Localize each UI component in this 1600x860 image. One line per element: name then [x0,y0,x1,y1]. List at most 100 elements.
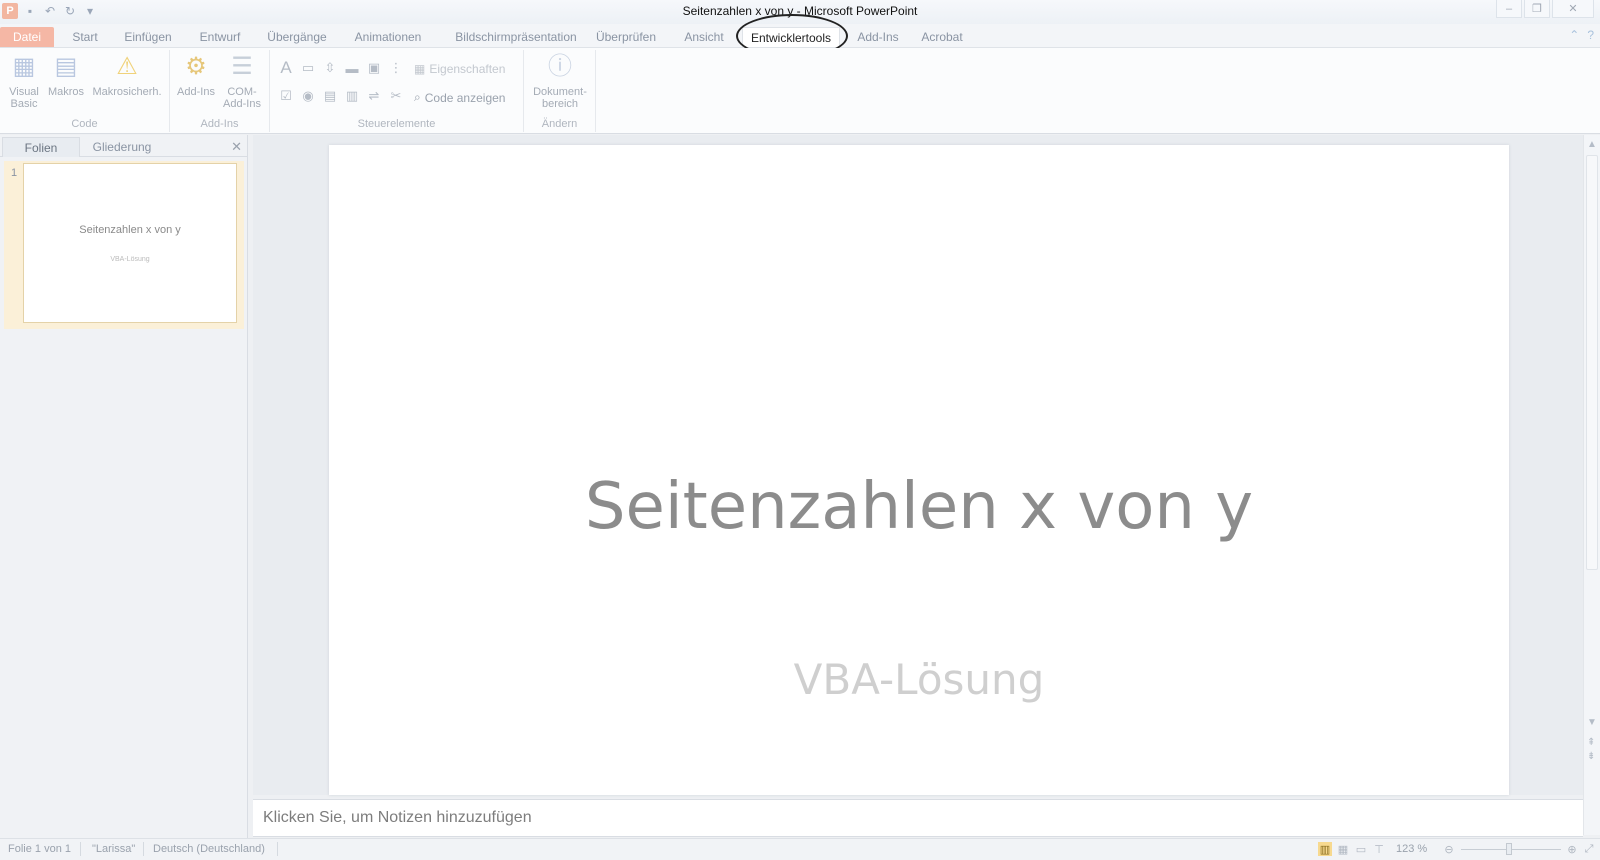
pane-tabs: Folien Gliederung ✕ [0,137,248,157]
restore-icon[interactable]: ❐ [1524,0,1550,18]
toggle-control-icon[interactable]: ⇌ [366,88,382,104]
group-aendern: ⓘ Dokument- bereich Ändern [524,50,596,132]
minimize-icon[interactable]: – [1496,0,1522,18]
notes-pane[interactable]: Klicken Sie, um Notizen hinzuzufügen [253,799,1583,837]
thumbnail-subtitle: VBA-Lösung [110,256,150,263]
app-title: - Microsoft PowerPoint [793,4,918,18]
macro-security-label: Makrosicherh. [92,86,162,98]
tab-datei[interactable]: Datei [0,27,54,47]
status-bar: Folie 1 von 1 "Larissa" Deutsch (Deutsch… [0,838,1600,860]
group-code: ▦ Visual Basic ▤ Makros ⚠ Makrosicherh. … [0,50,170,132]
properties-label: Eigenschaften [429,62,506,76]
tab-entwurf[interactable]: Entwurf [192,27,248,47]
tab-animationen[interactable]: Animationen [346,27,430,47]
visual-basic-icon: ▦ [12,53,36,80]
add-ins-button[interactable]: ⚙ Add-Ins [176,52,216,99]
view-code-button[interactable]: ⌕ Code anzeigen [414,90,505,105]
close-pane-icon[interactable]: ✕ [231,139,242,155]
radio-control-icon[interactable]: ◉ [300,88,316,104]
scrollbar-thumb[interactable] [1586,155,1598,570]
tab-einfuegen[interactable]: Einfügen [118,27,178,47]
com-add-ins-button[interactable]: ☰ COM- Add-Ins [220,52,264,111]
scroll-up-icon[interactable]: ▲ [1587,139,1597,150]
slide-thumbnail[interactable]: Seitenzahlen x von y VBA-Lösung [23,163,237,323]
tab-folien[interactable]: Folien [2,137,80,157]
slide-editor: Seitenzahlen x von y VBA-Lösung [253,135,1583,795]
fit-slide-icon[interactable]: ⤢ [1582,842,1596,856]
tab-entwicklertools[interactable]: Entwicklertools [742,27,840,47]
slide-subtitle[interactable]: VBA-Lösung [329,655,1509,704]
group-label-add-ins: Add-Ins [200,118,239,130]
document-panel-button[interactable]: ⓘ Dokument- bereich [528,52,592,111]
tab-add-ins[interactable]: Add-Ins [852,27,904,47]
reading-view-icon[interactable]: ▭ [1354,842,1368,856]
makros-button[interactable]: ▤ Makros [46,52,86,99]
warning-icon: ⚠ [116,53,138,80]
slide-sorter-icon[interactable]: ▦ [1336,842,1350,856]
macros-icon: ▤ [54,53,78,80]
document-info-icon: ⓘ [548,53,572,80]
tab-ueberpruefen[interactable]: Überprüfen [592,27,660,47]
language-indicator[interactable]: Deutsch (Deutschland) [153,843,265,855]
group-steuerelemente: A ▭ ⇳ ▬ ▣ ⋮ ☑ ◉ ▤ ▥ ⇌ ✂ ▦ Eigenschaften … [270,50,524,132]
powerpoint-window: P ▪ ↶ ↻ ▾ Seitenzahlen x von y - Microso… [0,0,1600,860]
spinbutton-control-icon[interactable]: ⋮ [388,60,404,76]
zoom-in-icon[interactable]: ⊕ [1565,842,1579,856]
slide-title[interactable]: Seitenzahlen x von y [329,470,1509,544]
slide-number: 1 [11,167,18,179]
properties-icon: ▦ [414,62,426,76]
com-add-ins-label-2: Add-Ins [223,98,261,110]
zoom-out-icon[interactable]: ⊖ [1442,842,1456,856]
tab-uebergaenge[interactable]: Übergänge [262,27,332,47]
image-control-icon[interactable]: ▣ [366,60,382,76]
status-separator [80,842,81,856]
normal-view-icon[interactable]: ▥ [1318,842,1332,856]
ribbon-tabs: Datei Start Einfügen Entwurf Übergänge A… [0,24,1600,48]
slides-pane: Folien Gliederung ✕ 1 Seitenzahlen x von… [0,135,248,838]
group-label-code: Code [71,118,98,130]
macro-security-button[interactable]: ⚠ Makrosicherh. [88,52,166,99]
gear-icon: ⚙ [185,53,207,80]
properties-button[interactable]: ▦ Eigenschaften [414,62,505,76]
previous-slide-icon[interactable]: ⇞ [1587,737,1595,748]
com-add-ins-icon: ☰ [231,53,253,80]
scroll-down-icon[interactable]: ▼ [1587,717,1597,728]
minimize-ribbon-icon[interactable]: ⌃ [1569,28,1579,42]
tab-acrobat[interactable]: Acrobat [916,27,968,47]
visual-basic-label-2: Basic [10,98,38,110]
help-icon[interactable]: ? [1587,28,1594,42]
add-ins-label: Add-Ins [177,86,215,98]
document-panel-label-2: bereich [541,98,579,110]
tab-bildschirmpraesentation[interactable]: Bildschirmpräsentation [442,27,590,47]
spin-control-icon[interactable]: ⇳ [322,60,338,76]
zoom-slider-handle[interactable] [1506,843,1512,855]
group-label-steuerelemente: Steuerelemente [357,118,436,130]
makros-label: Makros [47,86,85,98]
status-separator [143,842,144,856]
textbox-control-icon[interactable]: ▭ [300,60,316,76]
group-label-aendern: Ändern [541,118,578,130]
view-code-label: Code anzeigen [424,90,506,105]
tab-ansicht[interactable]: Ansicht [678,27,730,47]
label-control-icon[interactable]: A [278,58,294,77]
slideshow-view-icon[interactable]: ⊤ [1372,842,1386,856]
tab-gliederung[interactable]: Gliederung [82,137,162,157]
checkbox-control-icon[interactable]: ☑ [278,88,294,104]
slide-indicator: Folie 1 von 1 [8,843,71,855]
window-title: Seitenzahlen x von y - Microsoft PowerPo… [0,4,1600,18]
tab-start[interactable]: Start [64,27,106,47]
status-separator [277,842,278,856]
slide-thumbnail-item[interactable]: 1 Seitenzahlen x von y VBA-Lösung [4,161,244,329]
scrollbar-control-icon[interactable]: ▬ [344,60,360,76]
zoom-level[interactable]: 123 % [1396,843,1427,855]
close-icon[interactable]: ✕ [1552,0,1594,18]
listbox-control-icon[interactable]: ▤ [322,88,338,104]
vertical-scrollbar[interactable]: ▲ ▼ ⇞ ⇟ [1583,135,1600,835]
visual-basic-button[interactable]: ▦ Visual Basic [6,52,42,111]
slide-canvas[interactable]: Seitenzahlen x von y VBA-Lösung [329,145,1509,795]
next-slide-icon[interactable]: ⇟ [1587,751,1595,762]
more-controls-icon[interactable]: ✂ [388,88,404,104]
com-add-ins-label-1: COM- [227,86,257,98]
combobox-control-icon[interactable]: ▥ [344,88,360,104]
notes-placeholder[interactable]: Klicken Sie, um Notizen hinzuzufügen [263,809,532,827]
